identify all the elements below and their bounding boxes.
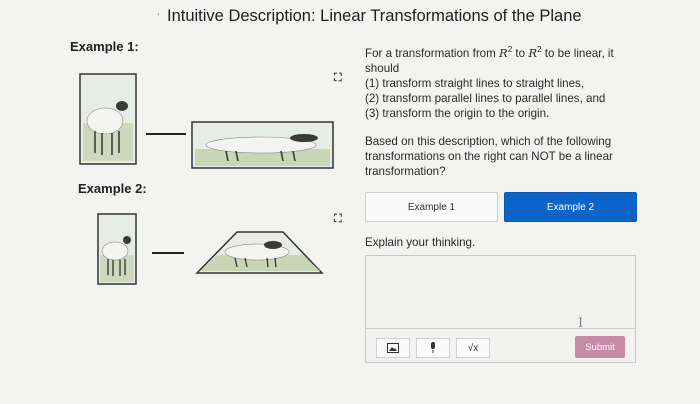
prompt-item-2: (2) transform parallel lines to parallel… [365,91,606,105]
explain-label: Explain your thinking. [365,236,476,249]
prompt-intro: For a transformation from R2 to R2 to be… [365,42,645,76]
math-icon: √x [467,342,479,354]
choice-example-2-button[interactable]: Example 2 [504,192,637,222]
prompt-text: For a transformation from R2 to R2 to be… [365,42,645,121]
text-cursor-icon: I [578,316,584,331]
image-icon [387,343,399,353]
expand-icon[interactable]: ⛶ [334,72,342,85]
prompt-item-3: (3) transform the origin to the origin. [365,106,550,120]
example-2-transformed-image [195,231,324,274]
example-1-arrow [146,133,186,135]
math-equation-button[interactable]: √x [456,338,490,358]
microphone-button[interactable] [416,338,450,358]
example-2-original-image [97,213,137,285]
microphone-icon [431,342,435,353]
example-2-arrow [152,252,184,254]
example-1-label: Example 1: [70,39,139,54]
submit-button[interactable]: Submit [575,336,625,358]
prompt-item-1: (1) transform straight lines to straight… [365,76,585,90]
expand-icon[interactable]: ⛶ [334,213,342,226]
example-2-label: Example 2: [78,181,147,196]
example-1-original-image [79,73,137,165]
title-marker: ˙ [157,11,161,25]
image-upload-button[interactable] [376,338,410,358]
question-text: Based on this description, which of the … [365,135,613,178]
example-1-transformed-image [191,121,334,169]
prompt-intro-pre: For a transformation from [365,46,500,60]
page-title: Intuitive Description: Linear Transforma… [167,7,582,25]
math-r: R [528,45,538,60]
choice-example-1-button[interactable]: Example 1 [365,192,498,222]
answer-textarea[interactable] [366,256,635,329]
prompt-to: to [512,46,529,60]
math-r: R [499,45,508,60]
